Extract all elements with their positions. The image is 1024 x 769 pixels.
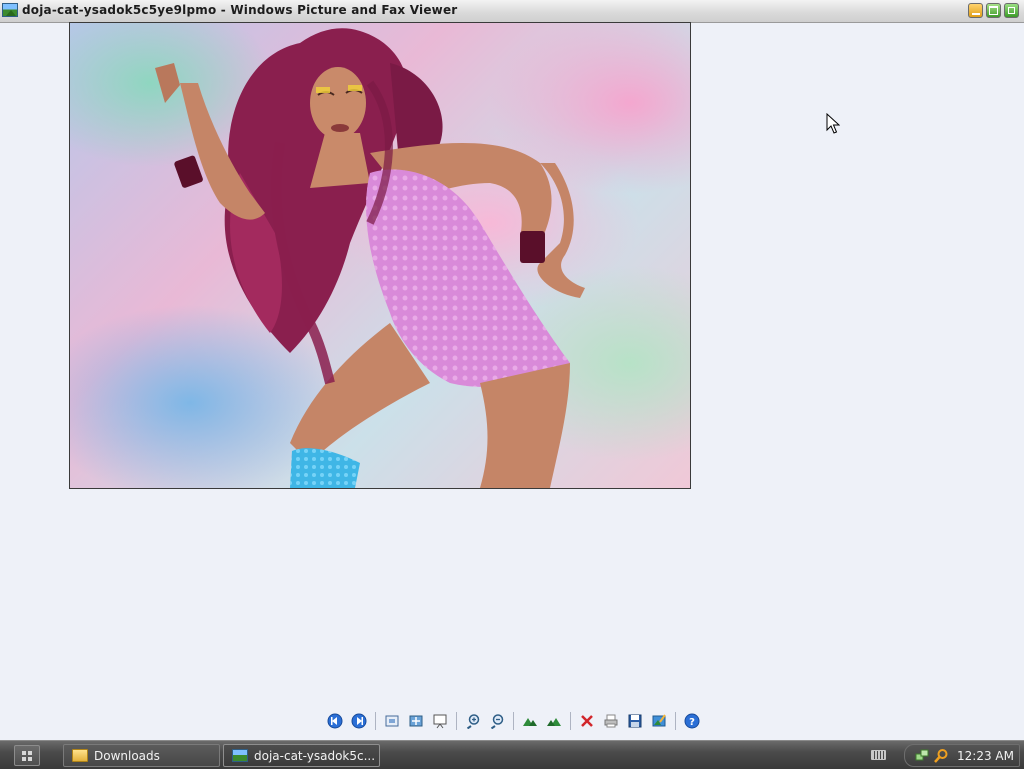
toolbar-separator (513, 712, 514, 730)
picture-viewer-icon[interactable] (2, 3, 18, 17)
svg-text:?: ? (689, 717, 695, 728)
title-bar[interactable]: doja-cat-ysadok5c5ye9lpmo - Windows Pict… (0, 0, 1024, 23)
toolbar-separator (456, 712, 457, 730)
toolbar-separator (675, 712, 676, 730)
edit-icon (652, 714, 666, 727)
next-image-button[interactable] (348, 710, 370, 732)
picture-viewer-icon (232, 749, 248, 762)
network-icon[interactable] (915, 749, 929, 763)
rotate-clockwise-icon (523, 718, 537, 726)
toolbar-separator (570, 712, 571, 730)
search-icon[interactable] (933, 748, 949, 764)
taskbar-item-label: Downloads (94, 748, 160, 763)
maximize-button[interactable] (986, 3, 1001, 18)
zoom-in-icon (466, 714, 480, 729)
help-button[interactable]: ? (681, 710, 703, 732)
clock[interactable]: 12:23 AM (957, 749, 1014, 763)
start-grid-icon (22, 750, 32, 761)
taskbar-item-label: doja-cat-ysadok5c... (254, 748, 376, 763)
start-button[interactable] (14, 745, 40, 766)
slideshow-icon (433, 714, 447, 729)
copy-to-button[interactable] (624, 710, 646, 732)
close-icon (1008, 7, 1015, 14)
toolbar-separator (375, 712, 376, 730)
print-icon (604, 714, 618, 728)
rotate-counterclockwise-button[interactable] (543, 710, 565, 732)
best-fit-button[interactable] (381, 710, 403, 732)
minimize-button[interactable] (968, 3, 983, 18)
taskbar-item-picture-viewer[interactable]: doja-cat-ysadok5c... (223, 744, 380, 767)
minimize-icon (971, 12, 980, 15)
print-button[interactable] (600, 710, 622, 732)
viewer-toolbar: ? (323, 709, 704, 733)
next-image-icon (351, 713, 367, 729)
rotate-counterclockwise-icon (547, 718, 561, 726)
previous-image-icon (327, 713, 343, 729)
zoom-out-icon (490, 714, 504, 729)
taskbar: Downloads doja-cat-ysadok5c... 12:23 AM (0, 740, 1024, 769)
folder-icon (72, 749, 88, 762)
taskbar-item-downloads[interactable]: Downloads (63, 744, 220, 767)
zoom-in-button[interactable] (462, 710, 484, 732)
delete-icon (581, 715, 593, 727)
delete-button[interactable] (576, 710, 598, 732)
help-icon: ? (684, 713, 700, 729)
close-button[interactable] (1004, 3, 1019, 18)
keyboard-icon[interactable] (871, 750, 886, 760)
slideshow-button[interactable] (429, 710, 451, 732)
best-fit-icon (385, 715, 399, 727)
window-title: doja-cat-ysadok5c5ye9lpmo - Windows Pict… (22, 3, 458, 17)
actual-size-button[interactable] (405, 710, 427, 732)
system-tray: 12:23 AM (904, 744, 1020, 767)
displayed-image[interactable] (69, 22, 691, 489)
photo-subject (155, 28, 585, 488)
rotate-clockwise-button[interactable] (519, 710, 541, 732)
zoom-out-button[interactable] (486, 710, 508, 732)
edit-button[interactable] (648, 710, 670, 732)
save-icon (628, 714, 642, 728)
maximize-icon (989, 6, 998, 15)
actual-size-icon (409, 715, 423, 727)
previous-image-button[interactable] (324, 710, 346, 732)
mouse-cursor-icon (826, 113, 840, 134)
